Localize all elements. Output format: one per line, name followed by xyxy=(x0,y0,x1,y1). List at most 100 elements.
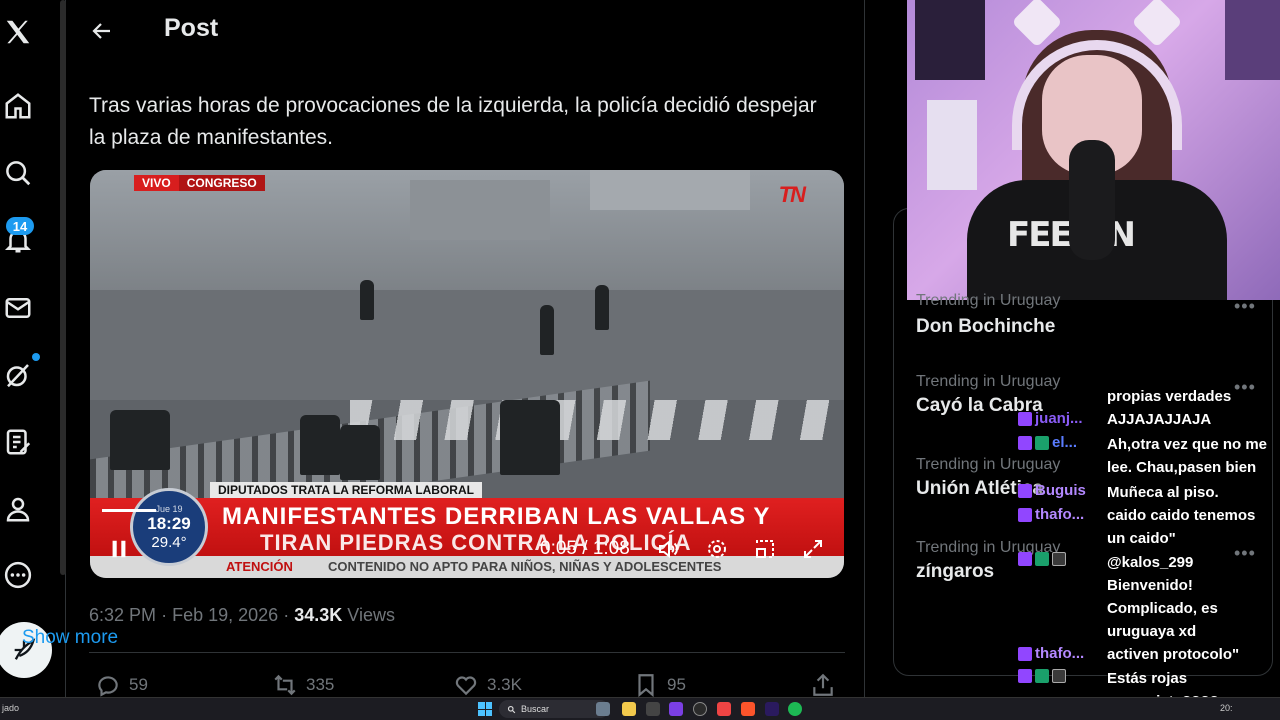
os-taskbar: jado Buscar 20: xyxy=(0,697,1280,720)
taskbar-search-label: Buscar xyxy=(521,704,550,714)
video-scene-figure xyxy=(360,280,374,320)
wall-poster xyxy=(915,0,985,80)
post-detail-column: Post Tras varias horas de provocaciones … xyxy=(67,0,865,700)
reply-count: 59 xyxy=(129,675,148,694)
taskbar-left-text: jado xyxy=(2,703,20,713)
taskbar-app-icon[interactable] xyxy=(596,702,610,716)
tray-clock: 20: xyxy=(1220,703,1233,713)
share-icon xyxy=(813,673,833,696)
live-label: VIVO xyxy=(134,175,179,191)
picture-in-picture-icon[interactable] xyxy=(752,536,778,562)
reply-icon xyxy=(98,676,118,697)
like-button[interactable]: 3.3K xyxy=(453,672,522,698)
views-count: 34.3K xyxy=(294,605,343,625)
back-arrow-icon[interactable] xyxy=(89,18,115,44)
live-tag: VIVO CONGRESO xyxy=(134,175,265,191)
video-scene-motorcycle-officer xyxy=(340,425,380,480)
twitch-app-icon[interactable] xyxy=(669,702,683,716)
stream-chat-overlay: propias verdades AJJAJAJJAJA juanj... Ah… xyxy=(1018,0,1280,720)
chyron-headline-line1: MANIFESTANTES DERRIBAN LAS VALLAS Y xyxy=(222,503,771,530)
divider xyxy=(89,652,845,653)
twitch-badge-icon xyxy=(1018,507,1032,522)
twitch-badge-icon xyxy=(1018,435,1032,450)
taskbar-app-icon[interactable] xyxy=(717,702,731,716)
file-explorer-icon[interactable] xyxy=(622,702,636,716)
post-header: Post xyxy=(67,0,387,62)
profile-icon[interactable] xyxy=(0,491,36,527)
fullscreen-icon[interactable] xyxy=(800,536,826,562)
chat-message: activen protocolo" xyxy=(1107,646,1240,663)
meta-separator: · xyxy=(161,605,168,625)
premiere-icon[interactable] xyxy=(765,702,779,716)
video-player[interactable]: VIVO CONGRESO TN DIPUTADOS TRATA LA REFO… xyxy=(90,170,844,578)
brave-browser-icon[interactable] xyxy=(741,702,755,716)
clock-temperature: 29.4° xyxy=(151,533,187,551)
clock-day: Jue 19 xyxy=(155,503,183,514)
video-scene-crosswalk xyxy=(350,400,844,440)
repost-count: 335 xyxy=(306,675,335,694)
channel-logo: TN xyxy=(778,182,806,207)
broadcast-clock: Jue 19 18:29 29.4° xyxy=(130,488,208,566)
chat-message: propias verdades AJJAJAJJAJA xyxy=(1107,388,1232,428)
more-icon[interactable] xyxy=(0,557,36,593)
messages-icon[interactable] xyxy=(0,290,36,326)
subscriber-badge-icon xyxy=(1035,435,1049,450)
meta-separator: · xyxy=(283,605,290,625)
taskbar-app-icon[interactable] xyxy=(646,702,660,716)
pause-icon[interactable] xyxy=(106,536,132,562)
grok-dot xyxy=(32,353,40,361)
bookmark-count: 95 xyxy=(667,675,686,694)
bookmark-button[interactable]: 95 xyxy=(633,672,686,698)
post-meta: 6:32 PM · Feb 19, 2026 · 34.3K Views xyxy=(89,605,395,626)
chyron-top-label: DIPUTADOS TRATA LA REFORMA LABORAL xyxy=(210,482,482,498)
video-scene-building xyxy=(590,170,750,210)
notification-badge: 14 xyxy=(6,217,34,235)
scrollbar[interactable] xyxy=(60,0,66,575)
video-scene-motorcycle-officer xyxy=(500,400,560,475)
live-channel: CONGRESO xyxy=(178,175,265,191)
video-scene-building xyxy=(410,180,550,240)
heart-icon xyxy=(455,676,477,696)
chat-message: caido caido tenemos un caido" xyxy=(1107,507,1256,547)
chat-username: thafo... xyxy=(1018,506,1084,523)
chat-username xyxy=(1018,669,1066,683)
vip-badge-icon xyxy=(1035,669,1049,683)
chat-username: thafo... xyxy=(1018,645,1084,662)
twitch-badge-icon xyxy=(1018,669,1032,683)
chat-message: Muñeca al piso. xyxy=(1107,484,1219,501)
repost-icon xyxy=(274,674,296,696)
start-button-icon[interactable] xyxy=(478,702,492,716)
obs-icon[interactable] xyxy=(693,702,707,716)
shelf xyxy=(927,100,977,190)
post-time[interactable]: 6:32 PM xyxy=(89,605,156,625)
search-icon xyxy=(507,705,516,713)
chat-message: @kalos_299 Bienvenido! xyxy=(1107,554,1194,594)
video-scene-figure xyxy=(540,305,554,355)
home-icon[interactable] xyxy=(0,88,36,124)
system-tray[interactable]: 20: xyxy=(1220,703,1233,713)
taskbar-search[interactable]: Buscar xyxy=(499,700,609,718)
grok-icon[interactable] xyxy=(0,357,36,393)
chat-message: Complicado, es uruguaya xd xyxy=(1107,600,1218,640)
twitch-badge-icon xyxy=(1018,552,1032,566)
twitch-badge-icon xyxy=(1018,411,1032,426)
settings-gear-icon[interactable] xyxy=(704,536,730,562)
repost-button[interactable]: 335 xyxy=(272,672,334,698)
video-progress-bar[interactable] xyxy=(102,509,156,512)
volume-icon[interactable] xyxy=(656,536,682,562)
reply-button[interactable]: 59 xyxy=(95,672,148,698)
x-logo-icon[interactable] xyxy=(0,14,36,50)
share-button[interactable] xyxy=(810,672,836,698)
views-label: Views xyxy=(347,605,395,625)
lists-icon[interactable] xyxy=(0,424,36,460)
show-more-link[interactable]: Show more xyxy=(22,627,118,649)
post-date[interactable]: Feb 19, 2026 xyxy=(172,605,278,625)
attention-label: ATENCIÓN xyxy=(226,559,293,574)
left-nav: 14 xyxy=(0,0,66,700)
twitch-badge-icon xyxy=(1018,646,1032,661)
video-scene-figure xyxy=(595,285,609,330)
explore-icon[interactable] xyxy=(0,155,36,191)
video-scene-motorcycle-officer xyxy=(110,410,170,470)
spotify-icon[interactable] xyxy=(788,702,802,716)
mod-badge-icon xyxy=(1052,552,1066,566)
